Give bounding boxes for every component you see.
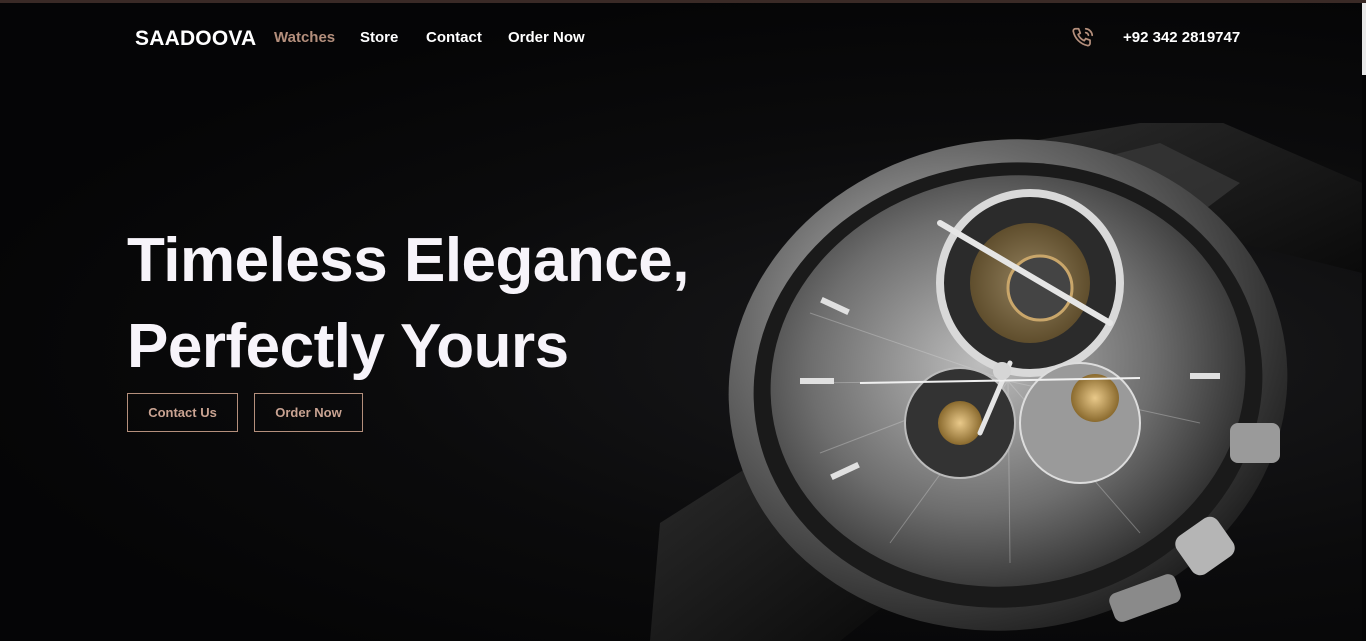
nav-link-store[interactable]: Store [360, 29, 398, 46]
nav-link-contact[interactable]: Contact [426, 29, 482, 46]
order-now-button[interactable]: Order Now [254, 393, 363, 432]
contact-us-button[interactable]: Contact Us [127, 393, 238, 432]
hero-section: SAADOOVA Watches Store Contact Order Now… [0, 3, 1362, 641]
hero-headline: Timeless Elegance, Perfectly Yours [127, 218, 689, 390]
hero-headline-line2: Perfectly Yours [127, 312, 569, 381]
phone-number[interactable]: +92 342 2819747 [1123, 29, 1240, 46]
hero-headline-line1: Timeless Elegance, [127, 226, 689, 295]
navbar: SAADOOVA Watches Store Contact Order Now… [0, 3, 1362, 73]
watch-image [650, 123, 1362, 641]
nav-link-order-now[interactable]: Order Now [508, 29, 585, 46]
brand-logo[interactable]: SAADOOVA [135, 27, 256, 51]
phone-icon[interactable] [1070, 25, 1096, 51]
scrollbar[interactable] [1362, 3, 1366, 75]
nav-link-watches[interactable]: Watches [274, 29, 335, 46]
